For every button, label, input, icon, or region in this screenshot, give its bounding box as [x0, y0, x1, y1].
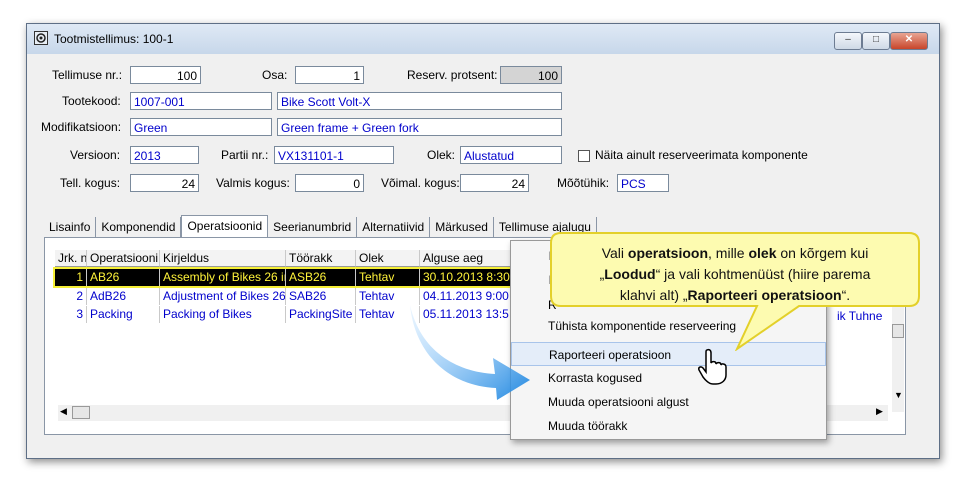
- title-bar[interactable]: Tootmistellimus: 100-1 – □ ✕: [27, 24, 939, 54]
- column-header[interactable]: Kirjeldus: [160, 250, 286, 267]
- table-cell: AdB26: [87, 288, 160, 305]
- table-cell: 1: [55, 269, 87, 286]
- unit-label: Mõõtühik:: [557, 176, 610, 190]
- table-cell: 30.10.2013 8:30: [420, 269, 515, 286]
- modification-description-field[interactable]: Green frame + Green fork: [277, 118, 562, 136]
- tab-seerianumbrid[interactable]: Seerianumbrid: [268, 217, 358, 237]
- table-cell: Assembly of Bikes 26 in: [160, 269, 286, 286]
- batch-number-label: Partii nr.:: [221, 148, 269, 162]
- reserve-percent-label: Reserv. protsent:: [407, 68, 498, 82]
- menu-item-change-start[interactable]: Muuda operatsiooni algust: [511, 390, 826, 414]
- callout-line-1: Vali operatsioon, mille olek on kõrgem k…: [552, 243, 918, 264]
- tab-operatsioonid[interactable]: Operatsioonid: [181, 215, 269, 239]
- reserve-percent-field: 100: [500, 66, 562, 84]
- column-header[interactable]: Alguse aeg: [420, 250, 515, 267]
- table-row[interactable]: 1 AB26 Assembly of Bikes 26 in ASB26 Teh…: [53, 267, 517, 288]
- status-field[interactable]: Alustatud: [460, 146, 562, 164]
- modification-field[interactable]: Green: [130, 118, 272, 136]
- table-cell: 2: [55, 288, 87, 305]
- callout-text: Vali operatsioon, mille olek on kõrgem k…: [552, 243, 918, 306]
- column-header[interactable]: Olek: [356, 250, 420, 267]
- callout-line-3: klahvi alt) „Raporteeri operatsioon“.: [552, 285, 918, 306]
- hand-cursor-icon: [698, 348, 727, 385]
- modification-label: Modifikatsioon:: [41, 120, 122, 134]
- table-cell: SAB26: [286, 288, 356, 305]
- callout-bold-operation: operatsioon: [627, 245, 709, 261]
- callout-text-part: Vali: [601, 245, 628, 261]
- tab-strip: Lisainfo Komponendid Operatsioonid Seeri…: [44, 215, 597, 239]
- minimize-button[interactable]: –: [834, 32, 862, 50]
- table-cell: ASB26: [286, 269, 356, 286]
- finished-quantity-field[interactable]: 0: [295, 174, 364, 192]
- pointer-arrow-icon: [410, 305, 530, 400]
- version-label: Versioon:: [70, 148, 121, 162]
- unreserved-only-label: Näita ainult reserveerimata komponente: [595, 148, 808, 162]
- part-label: Osa:: [262, 68, 288, 82]
- table-cell: PackingSite: [286, 306, 356, 323]
- possible-quantity-label: Võimal. kogus:: [381, 176, 460, 190]
- callout-text-part: on kõrgem kui: [776, 245, 869, 261]
- tab-komponendid[interactable]: Komponendid: [96, 217, 182, 237]
- ordered-quantity-field[interactable]: 24: [130, 174, 199, 192]
- horizontal-scroll-thumb[interactable]: [72, 406, 90, 419]
- table-cell: AB26: [87, 269, 160, 286]
- finished-quantity-label: Valmis kogus:: [216, 176, 290, 190]
- ordered-quantity-label: Tell. kogus:: [60, 176, 121, 190]
- callout-text-part: , mille: [708, 245, 749, 261]
- callout-bold-created: Loodud: [604, 266, 656, 282]
- column-header[interactable]: Operatsiooni: [87, 250, 160, 267]
- callout-bold-status: olek: [748, 245, 777, 261]
- product-code-label: Tootekood:: [62, 94, 121, 108]
- order-number-field[interactable]: 100: [130, 66, 201, 84]
- scroll-right-icon[interactable]: ▶: [876, 406, 883, 417]
- tab-alternatiivid[interactable]: Alternatiivid: [357, 217, 431, 237]
- app-icon: [34, 31, 48, 45]
- callout-text-part: “ ja vali kohtmenüüst (hiire parema: [655, 266, 871, 282]
- table-cell: Packing: [87, 306, 160, 323]
- callout-bold-report: Raporteeri operatsioon: [687, 287, 842, 303]
- scroll-left-icon[interactable]: ◀: [60, 406, 67, 417]
- callout-line-2: „Loodud“ ja vali kohtmenüüst (hiire pare…: [552, 264, 918, 285]
- close-button[interactable]: ✕: [890, 32, 928, 50]
- tab-markused[interactable]: Märkused: [430, 217, 494, 237]
- menu-item-fix-quantities[interactable]: Korrasta kogused: [511, 366, 826, 390]
- table-cell: 3: [55, 306, 87, 323]
- part-field[interactable]: 1: [295, 66, 364, 84]
- scroll-down-icon[interactable]: ▼: [894, 390, 903, 400]
- unreserved-only-checkbox[interactable]: [578, 150, 590, 162]
- version-field[interactable]: 2013: [130, 146, 199, 164]
- column-header[interactable]: Töörakk: [286, 250, 356, 267]
- product-code-field[interactable]: 1007-001: [130, 92, 272, 110]
- product-description-field[interactable]: Bike Scott Volt-X: [277, 92, 562, 110]
- callout-text-part: klahvi alt) „: [619, 287, 688, 303]
- table-cell: Adjustment of Bikes 26: [160, 288, 286, 305]
- callout-text-part: “.: [841, 287, 851, 303]
- unit-field[interactable]: PCS: [617, 174, 669, 192]
- menu-item-change-workcell[interactable]: Muuda töörakk: [511, 414, 826, 438]
- table-cell: Tehtav: [356, 269, 420, 286]
- tab-lisainfo[interactable]: Lisainfo: [44, 217, 97, 237]
- batch-number-field[interactable]: VX131101-1: [274, 146, 394, 164]
- column-header[interactable]: Jrk. nr: [55, 250, 87, 267]
- maximize-button[interactable]: □: [862, 32, 890, 50]
- order-number-label: Tellimuse nr.:: [52, 68, 123, 82]
- status-label: Olek:: [427, 148, 456, 162]
- table-cell: Packing of Bikes: [160, 306, 286, 323]
- window-title: Tootmistellimus: 100-1: [54, 32, 174, 46]
- grid-header-row: Jrk. nr Operatsiooni Kirjeldus Töörakk O…: [55, 250, 515, 267]
- possible-quantity-field[interactable]: 24: [460, 174, 529, 192]
